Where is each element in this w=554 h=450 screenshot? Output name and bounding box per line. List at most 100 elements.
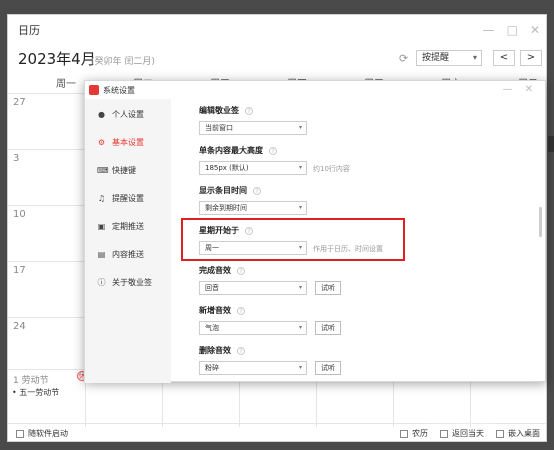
embed-desktop-toggle[interactable]: 嵌入桌面 <box>496 428 540 439</box>
help-icon[interactable]: ? <box>237 306 245 315</box>
sidebar-item-label: 提醒设置 <box>112 193 144 203</box>
settings-sidebar: ● 个人设置 ⚙ 基本设置 ⌨ 快捷键 ♫ 提醒设置 ▣ 定期推送 ▤ 内容推送 ⓘ 关于敬业… <box>85 99 171 383</box>
max-height-hint: 约10行内容 <box>313 165 350 173</box>
chevron-down-icon: ▾ <box>298 284 302 291</box>
side-edge-tab[interactable] <box>548 136 554 152</box>
settings-dialog: 系统设置 — ✕ ● 个人设置 ⚙ 基本设置 ⌨ 快捷键 ♫ 提醒设置 ▣ 定期推送 ▤ 内… <box>84 80 546 383</box>
setting-label: 新增音效? <box>199 305 245 316</box>
add-sound-try-button[interactable]: 试听 <box>315 321 341 335</box>
watermark-url: jingyan.baidu.com <box>430 418 495 426</box>
dialog-titlebar: 系统设置 <box>85 81 545 99</box>
checkbox-icon <box>496 429 504 438</box>
weekday-label: 周一 <box>56 79 76 90</box>
setting-label: 编辑敬业签? <box>199 105 253 116</box>
checkbox-icon <box>440 429 448 438</box>
setting-label-text: 完成音效 <box>199 266 231 275</box>
delete-sound-try-button[interactable]: 试听 <box>315 361 341 375</box>
sidebar-item-about[interactable]: ⓘ 关于敬业签 <box>97 275 153 289</box>
info-icon: ⓘ <box>97 277 106 287</box>
chevron-down-icon: ▾ <box>298 204 302 211</box>
delete-sound-select[interactable]: 粉碎 ▾ <box>199 361 307 375</box>
close-icon[interactable]: ✕ <box>530 23 540 37</box>
sidebar-item-label: 基本设置 <box>112 137 144 147</box>
prev-month-button[interactable]: < <box>493 50 515 66</box>
select-value: 回音 <box>205 284 219 292</box>
setting-label-text: 编辑敬业签 <box>199 106 239 115</box>
holiday-day-label[interactable]: 1 劳动节 <box>13 373 49 386</box>
chevron-down-icon: ▾ <box>298 124 302 131</box>
add-sound-select[interactable]: 气泡 ▾ <box>199 321 307 335</box>
day-number[interactable]: 17 <box>13 265 26 276</box>
gear-icon: ⚙ <box>97 137 106 147</box>
reminder-filter-select[interactable]: 按提醒 ▾ <box>416 50 482 66</box>
entry-time-select[interactable]: 剩余到期时间 ▾ <box>199 201 307 215</box>
scrollbar[interactable] <box>539 207 542 237</box>
close-icon[interactable]: ✕ <box>525 84 533 95</box>
setting-label-text: 新增音效 <box>199 306 231 315</box>
help-icon[interactable]: ? <box>237 346 245 355</box>
window-controls: — □ ✕ <box>483 23 540 37</box>
help-icon[interactable]: ? <box>269 146 277 155</box>
lunar-label: 农历 <box>412 429 428 438</box>
select-value: 剩余到期时间 <box>205 204 247 212</box>
reminder-filter-value: 按提醒 <box>422 53 450 63</box>
sidebar-item-personal[interactable]: ● 个人设置 <box>97 107 144 121</box>
chevron-down-icon: ▾ <box>472 53 477 62</box>
edit-mode-select[interactable]: 当前窗口 ▾ <box>199 121 307 135</box>
day-number[interactable]: 24 <box>13 321 26 332</box>
dialog-controls: — ✕ <box>503 84 533 95</box>
maximize-icon[interactable]: □ <box>507 23 518 37</box>
help-icon[interactable]: ? <box>253 186 261 195</box>
chevron-down-icon: ▾ <box>298 324 302 331</box>
day-number[interactable]: 27 <box>13 97 26 108</box>
bell-icon: ♫ <box>97 193 106 203</box>
complete-sound-try-button[interactable]: 试听 <box>315 281 341 295</box>
dialog-title: 系统设置 <box>103 85 135 95</box>
document-icon: ▤ <box>97 249 106 259</box>
sidebar-item-basic[interactable]: ⚙ 基本设置 <box>97 135 144 149</box>
sidebar-item-content-push[interactable]: ▤ 内容推送 <box>97 247 144 261</box>
window-title: 日历 <box>18 24 40 37</box>
keyboard-icon: ⌨ <box>97 165 109 175</box>
autostart-label: 随软件启动 <box>28 429 68 438</box>
day-number[interactable]: 3 <box>13 153 19 164</box>
refresh-icon[interactable]: ⟳ <box>399 52 408 65</box>
minimize-icon[interactable]: — <box>483 23 495 37</box>
max-height-select[interactable]: 185px (默认) ▾ <box>199 161 307 175</box>
day-number[interactable]: 10 <box>13 209 26 220</box>
help-icon[interactable]: ? <box>237 266 245 275</box>
lunar-toggle[interactable]: 农历 <box>400 428 428 439</box>
calendar-push-icon: ▣ <box>97 221 106 231</box>
lunar-info: (癸卯年 闰二月) <box>91 57 155 67</box>
complete-sound-select[interactable]: 回音 ▾ <box>199 281 307 295</box>
sidebar-item-label: 个人设置 <box>112 109 144 119</box>
sidebar-item-label: 定期推送 <box>112 221 144 231</box>
sidebar-item-reminders[interactable]: ♫ 提醒设置 <box>97 191 144 205</box>
chevron-down-icon: ▾ <box>298 364 302 371</box>
back-today-toggle[interactable]: 返回当天 <box>440 428 484 439</box>
sidebar-item-shortcuts[interactable]: ⌨ 快捷键 <box>97 163 136 177</box>
app-logo-icon <box>89 85 99 95</box>
setting-label: 完成音效? <box>199 265 245 276</box>
month-title: 2023年4月 <box>18 50 96 68</box>
autostart-toggle[interactable]: 随软件启动 <box>16 428 68 439</box>
sidebar-item-label: 关于敬业签 <box>112 277 152 287</box>
checkbox-icon <box>400 429 408 438</box>
select-value: 当前窗口 <box>205 124 233 132</box>
annotation-highlight-box <box>181 218 405 261</box>
setting-label: 显示条目时间? <box>199 185 261 196</box>
user-icon: ● <box>98 109 105 119</box>
holiday-event[interactable]: • 五一劳动节 <box>12 387 59 398</box>
help-icon[interactable]: ? <box>245 106 253 115</box>
sidebar-item-scheduled-push[interactable]: ▣ 定期推送 <box>97 219 144 233</box>
chevron-down-icon: ▾ <box>298 164 302 171</box>
setting-label: 单条内容最大高度? <box>199 145 277 156</box>
calendar-header: 2023年4月 (癸卯年 闰二月) ⟳ 按提醒 ▾ < > <box>8 48 546 72</box>
setting-label-text: 显示条目时间 <box>199 186 247 195</box>
next-month-button[interactable]: > <box>520 50 542 66</box>
select-value: 气泡 <box>205 324 219 332</box>
select-value: 185px (默认) <box>205 164 249 172</box>
minimize-icon[interactable]: — <box>503 84 513 95</box>
sidebar-item-label: 快捷键 <box>112 165 136 175</box>
setting-label-text: 删除音效 <box>199 346 231 355</box>
